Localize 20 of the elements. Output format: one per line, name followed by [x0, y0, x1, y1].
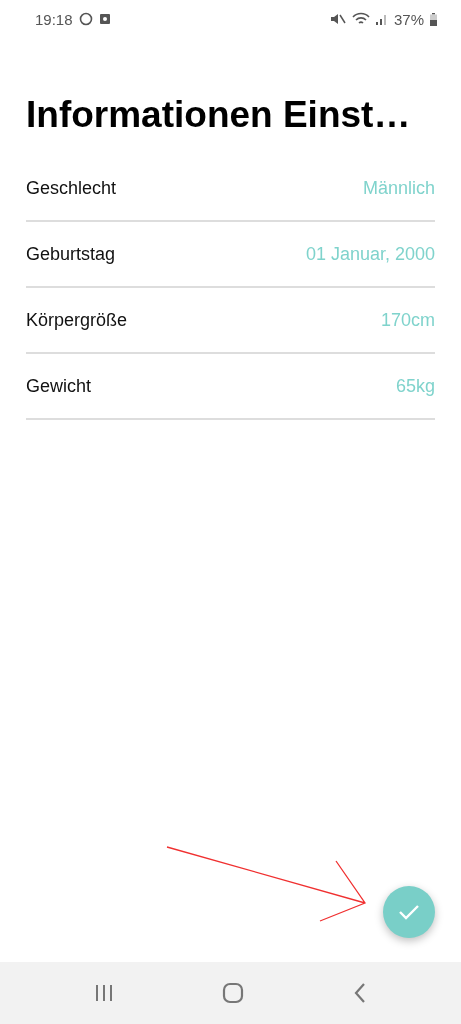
check-icon: [398, 904, 420, 920]
setting-label: Geburtstag: [26, 243, 116, 265]
setting-value[interactable]: 170cm: [380, 309, 435, 331]
signal-icon: [375, 13, 388, 25]
setting-value[interactable]: Männlich: [362, 177, 435, 199]
battery-percent: 37%: [393, 10, 424, 28]
setting-value[interactable]: 01 Januar, 2000: [305, 243, 435, 265]
status-time: 19:18: [35, 10, 73, 28]
setting-label: Körpergröße: [26, 309, 128, 331]
setting-label: Gewicht: [26, 375, 92, 397]
setting-label: Geschlecht: [26, 177, 117, 199]
back-icon: [352, 982, 367, 1004]
recent-apps-icon: [94, 984, 115, 1002]
page-title: Informationen Einst…: [26, 94, 412, 136]
mute-icon: [329, 12, 346, 26]
battery-icon: [430, 12, 437, 26]
setting-value[interactable]: 65kg: [395, 375, 435, 397]
home-icon: [222, 982, 245, 1004]
wifi-icon: [351, 12, 370, 26]
image-icon: [98, 13, 111, 25]
